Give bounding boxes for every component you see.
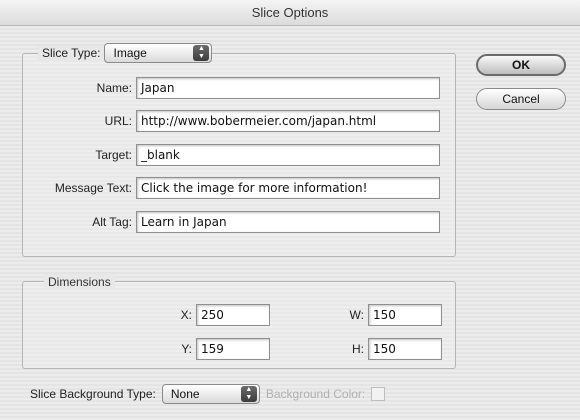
dimensions-legend: Dimensions — [44, 274, 115, 290]
dialog-title: Slice Options — [0, 0, 580, 26]
slice-type-select[interactable]: Image ▲ ▼ — [104, 43, 213, 63]
dim-x-field[interactable]: 250 — [196, 304, 270, 326]
background-color-label: Background Color: — [265, 387, 366, 401]
target-field[interactable]: _blank — [136, 144, 440, 166]
popup-arrows-icon: ▲ ▼ — [193, 45, 210, 61]
name-label: Name: — [96, 81, 132, 95]
dim-y-field[interactable]: 159 — [196, 338, 270, 360]
background-type-label: Slice Background Type: — [30, 387, 156, 401]
dim-w-field[interactable]: 150 — [368, 304, 442, 326]
name-field[interactable]: Japan — [136, 77, 440, 99]
alt-tag-row: Alt Tag: Learn in Japan — [30, 211, 440, 233]
dim-w-label: W: — [349, 308, 364, 322]
dim-h-row: H: 150 — [330, 338, 442, 360]
slice-options-dialog: Slice Options Slice Type: Image ▲ ▼ Name:… — [0, 0, 580, 420]
background-row: Slice Background Type: None ▲ ▼ Backgroun… — [30, 384, 386, 404]
name-row: Name: Japan — [30, 77, 440, 99]
url-field[interactable]: http://www.bobermeier.com/japan.html — [136, 110, 440, 132]
target-row: Target: _blank — [30, 144, 440, 166]
dim-x-row: X: 250 — [160, 304, 270, 326]
slice-type-label: Slice Type: — [38, 46, 105, 60]
background-type-value: None — [170, 387, 200, 401]
dim-x-label: X: — [180, 308, 192, 322]
slice-type-value: Image — [113, 46, 147, 60]
slice-type-row: Slice Type: Image ▲ ▼ — [38, 43, 213, 63]
cancel-button[interactable]: Cancel — [476, 88, 566, 110]
dim-y-row: Y: 159 — [160, 338, 270, 360]
popup-arrows-icon: ▲ ▼ — [240, 386, 257, 402]
background-type-select[interactable]: None ▲ ▼ — [161, 384, 260, 404]
message-text-field[interactable]: Click the image for more information! — [136, 177, 440, 199]
background-color-swatch[interactable] — [371, 387, 386, 401]
message-text-row: Message Text: Click the image for more i… — [30, 177, 440, 199]
alt-tag-field[interactable]: Learn in Japan — [136, 211, 440, 233]
dim-w-row: W: 150 — [330, 304, 442, 326]
alt-tag-label: Alt Tag: — [92, 215, 132, 229]
url-row: URL: http://www.bobermeier.com/japan.htm… — [30, 110, 440, 132]
dim-h-label: H: — [352, 342, 364, 356]
target-label: Target: — [95, 148, 132, 162]
message-text-label: Message Text: — [54, 181, 132, 195]
ok-button[interactable]: OK — [476, 54, 566, 76]
url-label: URL: — [104, 114, 132, 128]
dim-y-label: Y: — [181, 342, 192, 356]
dim-h-field[interactable]: 150 — [368, 338, 442, 360]
